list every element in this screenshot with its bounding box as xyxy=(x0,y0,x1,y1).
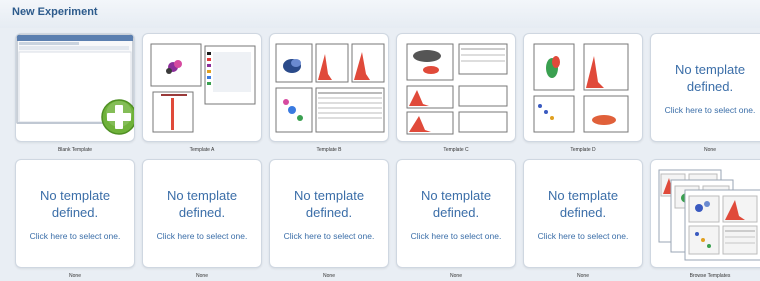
no-template-title-2: defined. xyxy=(51,204,99,220)
template-caption: None xyxy=(577,273,589,279)
template-card[interactable] xyxy=(650,159,760,268)
no-template-title-2: defined. xyxy=(559,204,607,220)
template-card[interactable]: No template defined. Click here to selec… xyxy=(650,33,760,142)
template-caption: None xyxy=(704,147,716,153)
template-caption: Template B xyxy=(316,147,342,153)
no-template-title: No template xyxy=(547,187,619,203)
template-b-thumbnail xyxy=(275,43,385,133)
template-tile-b[interactable]: Template B xyxy=(269,33,389,155)
template-caption: Blank Template xyxy=(57,147,93,153)
template-c-thumbnail xyxy=(406,43,508,135)
no-template-title: No template xyxy=(420,187,492,203)
no-template-title: No template xyxy=(293,187,365,203)
no-template-title: No template xyxy=(674,61,746,77)
plus-icon[interactable] xyxy=(100,98,135,136)
template-a-thumbnail xyxy=(150,43,256,133)
template-caption: Browse Templates xyxy=(689,273,731,279)
template-caption: None xyxy=(450,273,462,279)
template-tile-none[interactable]: No template defined. Click here to selec… xyxy=(269,159,389,281)
template-tile-c[interactable]: Template C xyxy=(396,33,516,155)
no-template-title-2: defined. xyxy=(686,78,734,94)
select-template-link[interactable]: Click here to select one. xyxy=(30,231,121,241)
no-template-title: No template xyxy=(166,187,238,203)
select-template-link[interactable]: Click here to select one. xyxy=(538,231,629,241)
no-template-title-2: defined. xyxy=(178,204,226,220)
browse-templates-thumbnail xyxy=(658,169,760,261)
no-template-title-2: defined. xyxy=(305,204,353,220)
template-card[interactable] xyxy=(396,33,516,142)
template-tile-a[interactable]: Template A xyxy=(142,33,262,155)
template-tile-none[interactable]: No template defined. Click here to selec… xyxy=(15,159,135,281)
no-template-message[interactable]: No template defined. Click here to selec… xyxy=(397,160,515,267)
template-card[interactable]: No template defined. Click here to selec… xyxy=(396,159,516,268)
template-card[interactable]: No template defined. Click here to selec… xyxy=(269,159,389,268)
template-card[interactable] xyxy=(15,33,135,142)
no-template-message[interactable]: No template defined. Click here to selec… xyxy=(651,34,760,141)
template-card[interactable]: No template defined. Click here to selec… xyxy=(523,159,643,268)
template-tile-none[interactable]: No template defined. Click here to selec… xyxy=(523,159,643,281)
template-card[interactable]: No template defined. Click here to selec… xyxy=(142,159,262,268)
template-d-thumbnail xyxy=(533,43,629,133)
select-template-link[interactable]: Click here to select one. xyxy=(411,231,502,241)
template-caption: None xyxy=(196,273,208,279)
no-template-message[interactable]: No template defined. Click here to selec… xyxy=(524,160,642,267)
template-tile-none[interactable]: No template defined. Click here to selec… xyxy=(396,159,516,281)
header-bar: New Experiment xyxy=(0,0,760,28)
template-tile-none[interactable]: No template defined. Click here to selec… xyxy=(142,159,262,281)
template-caption: Template A xyxy=(189,147,215,153)
template-card[interactable] xyxy=(142,33,262,142)
template-tile-d[interactable]: Template D xyxy=(523,33,643,155)
template-tile-none[interactable]: No template defined. Click here to selec… xyxy=(650,33,760,155)
template-card[interactable] xyxy=(269,33,389,142)
select-template-link[interactable]: Click here to select one. xyxy=(284,231,375,241)
select-template-link[interactable]: Click here to select one. xyxy=(157,231,248,241)
no-template-title: No template xyxy=(39,187,111,203)
template-caption: Template C xyxy=(443,147,469,153)
template-tile-browse[interactable]: Browse Templates xyxy=(650,159,760,281)
template-card[interactable]: No template defined. Click here to selec… xyxy=(15,159,135,268)
no-template-title-2: defined. xyxy=(432,204,480,220)
template-caption: None xyxy=(323,273,335,279)
no-template-message[interactable]: No template defined. Click here to selec… xyxy=(16,160,134,267)
template-card[interactable] xyxy=(523,33,643,142)
no-template-message[interactable]: No template defined. Click here to selec… xyxy=(270,160,388,267)
template-caption: Template D xyxy=(570,147,596,153)
page-title: New Experiment xyxy=(12,6,98,18)
select-template-link[interactable]: Click here to select one. xyxy=(665,105,756,115)
template-caption: None xyxy=(69,273,81,279)
template-tile-blank[interactable]: Blank Template xyxy=(15,33,135,155)
no-template-message[interactable]: No template defined. Click here to selec… xyxy=(143,160,261,267)
